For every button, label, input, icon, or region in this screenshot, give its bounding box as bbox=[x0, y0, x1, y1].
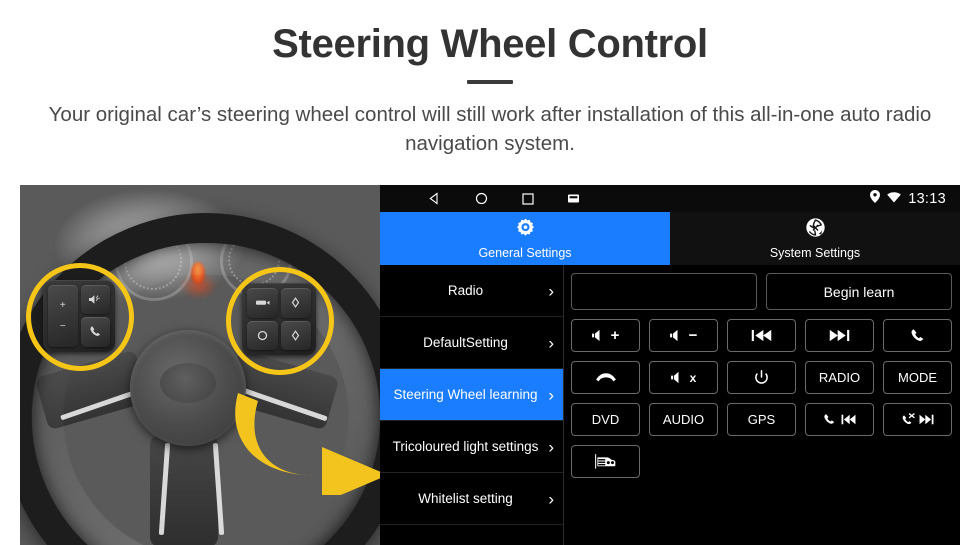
home-icon[interactable] bbox=[475, 192, 488, 205]
mode-button[interactable]: MODE bbox=[883, 361, 952, 394]
highlight-circle-right bbox=[226, 267, 334, 375]
power-button[interactable] bbox=[727, 361, 796, 394]
function-row: + − bbox=[571, 319, 952, 352]
title-divider bbox=[467, 80, 513, 84]
endcall-next-button[interactable] bbox=[883, 403, 952, 436]
back-icon[interactable] bbox=[428, 192, 441, 205]
settings-body: Radio › DefaultSetting › Steering Wheel … bbox=[380, 265, 960, 545]
car-button[interactable] bbox=[571, 445, 640, 478]
function-row: DVD AUDIO GPS bbox=[571, 403, 952, 436]
tab-general-settings[interactable]: General Settings bbox=[380, 212, 670, 265]
menu-item-steering-wheel-learning[interactable]: Steering Wheel learning › bbox=[380, 369, 563, 421]
menu-item-label: Tricoloured light settings bbox=[392, 438, 539, 454]
chevron-right-icon: › bbox=[548, 437, 554, 456]
menu-item-tricoloured-light-settings[interactable]: Tricoloured light settings › bbox=[380, 421, 563, 473]
chevron-right-icon: › bbox=[548, 489, 554, 508]
audio-button[interactable]: AUDIO bbox=[649, 403, 718, 436]
factory-settings-icon bbox=[805, 217, 826, 243]
radio-button[interactable]: RADIO bbox=[805, 361, 874, 394]
location-pin-icon bbox=[870, 189, 881, 208]
screenshot-icon[interactable] bbox=[568, 193, 579, 204]
call-button[interactable] bbox=[883, 319, 952, 352]
menu-item-label: DefaultSetting bbox=[423, 334, 508, 350]
header: Steering Wheel Control Your original car… bbox=[0, 0, 980, 158]
gear-icon bbox=[515, 217, 536, 243]
begin-learn-button[interactable]: Begin learn bbox=[766, 273, 952, 310]
call-previous-button[interactable] bbox=[805, 403, 874, 436]
page-title: Steering Wheel Control bbox=[272, 22, 708, 66]
steering-wheel-photo: + − bbox=[20, 185, 380, 545]
menu-item-defaultsetting[interactable]: DefaultSetting › bbox=[380, 317, 563, 369]
menu-item-label: Whitelist setting bbox=[418, 490, 513, 506]
menu-item-label: Steering Wheel learning bbox=[393, 386, 538, 402]
function-row bbox=[571, 445, 952, 478]
menu-item-whitelist-setting[interactable]: Whitelist setting › bbox=[380, 473, 563, 525]
pointer-arrow-icon bbox=[235, 393, 380, 495]
dvd-button[interactable]: DVD bbox=[571, 403, 640, 436]
function-row: x RADIO MODE bbox=[571, 361, 952, 394]
learn-controls-row: Begin learn bbox=[571, 273, 952, 310]
chevron-right-icon: › bbox=[548, 281, 554, 300]
settings-tabs: General Settings System Settings bbox=[380, 212, 960, 265]
volume-up-button[interactable]: + bbox=[571, 319, 640, 352]
gps-button[interactable]: GPS bbox=[727, 403, 796, 436]
next-track-button[interactable] bbox=[805, 319, 874, 352]
tab-general-settings-label: General Settings bbox=[478, 246, 572, 260]
chevron-right-icon: › bbox=[548, 333, 554, 352]
settings-menu: Radio › DefaultSetting › Steering Wheel … bbox=[380, 265, 564, 545]
steering-wheel-learning-panel: Begin learn + − x RADIO MODE DVD AUDIO G… bbox=[564, 265, 960, 545]
menu-item-radio[interactable]: Radio › bbox=[380, 265, 563, 317]
recents-icon[interactable] bbox=[522, 192, 534, 205]
tab-system-settings-label: System Settings bbox=[769, 246, 861, 260]
page-subtitle: Your original car’s steering wheel contr… bbox=[48, 103, 932, 156]
android-status-bar: 13:13 bbox=[380, 185, 960, 212]
page-root: Steering Wheel Control Your original car… bbox=[0, 0, 980, 545]
highlight-circle-left bbox=[26, 263, 134, 371]
mute-button[interactable]: x bbox=[649, 361, 718, 394]
tab-system-settings[interactable]: System Settings bbox=[670, 212, 960, 265]
learn-status-field[interactable] bbox=[571, 273, 757, 310]
wifi-icon bbox=[887, 190, 902, 208]
status-clock: 13:13 bbox=[908, 190, 946, 207]
previous-track-button[interactable] bbox=[727, 319, 796, 352]
head-unit-screen: 13:13 General Settings System Settings R… bbox=[380, 185, 960, 545]
function-button-grid: + − x RADIO MODE DVD AUDIO GPS bbox=[571, 319, 952, 478]
status-icons: 13:13 bbox=[870, 189, 950, 208]
hang-up-button[interactable] bbox=[571, 361, 640, 394]
volume-down-button[interactable]: − bbox=[649, 319, 718, 352]
chevron-right-icon: › bbox=[548, 385, 554, 404]
menu-item-label: Radio bbox=[447, 282, 484, 298]
content-strip: + − 13:13 General Settings System Settin… bbox=[20, 185, 960, 545]
android-nav-buttons bbox=[390, 192, 579, 205]
